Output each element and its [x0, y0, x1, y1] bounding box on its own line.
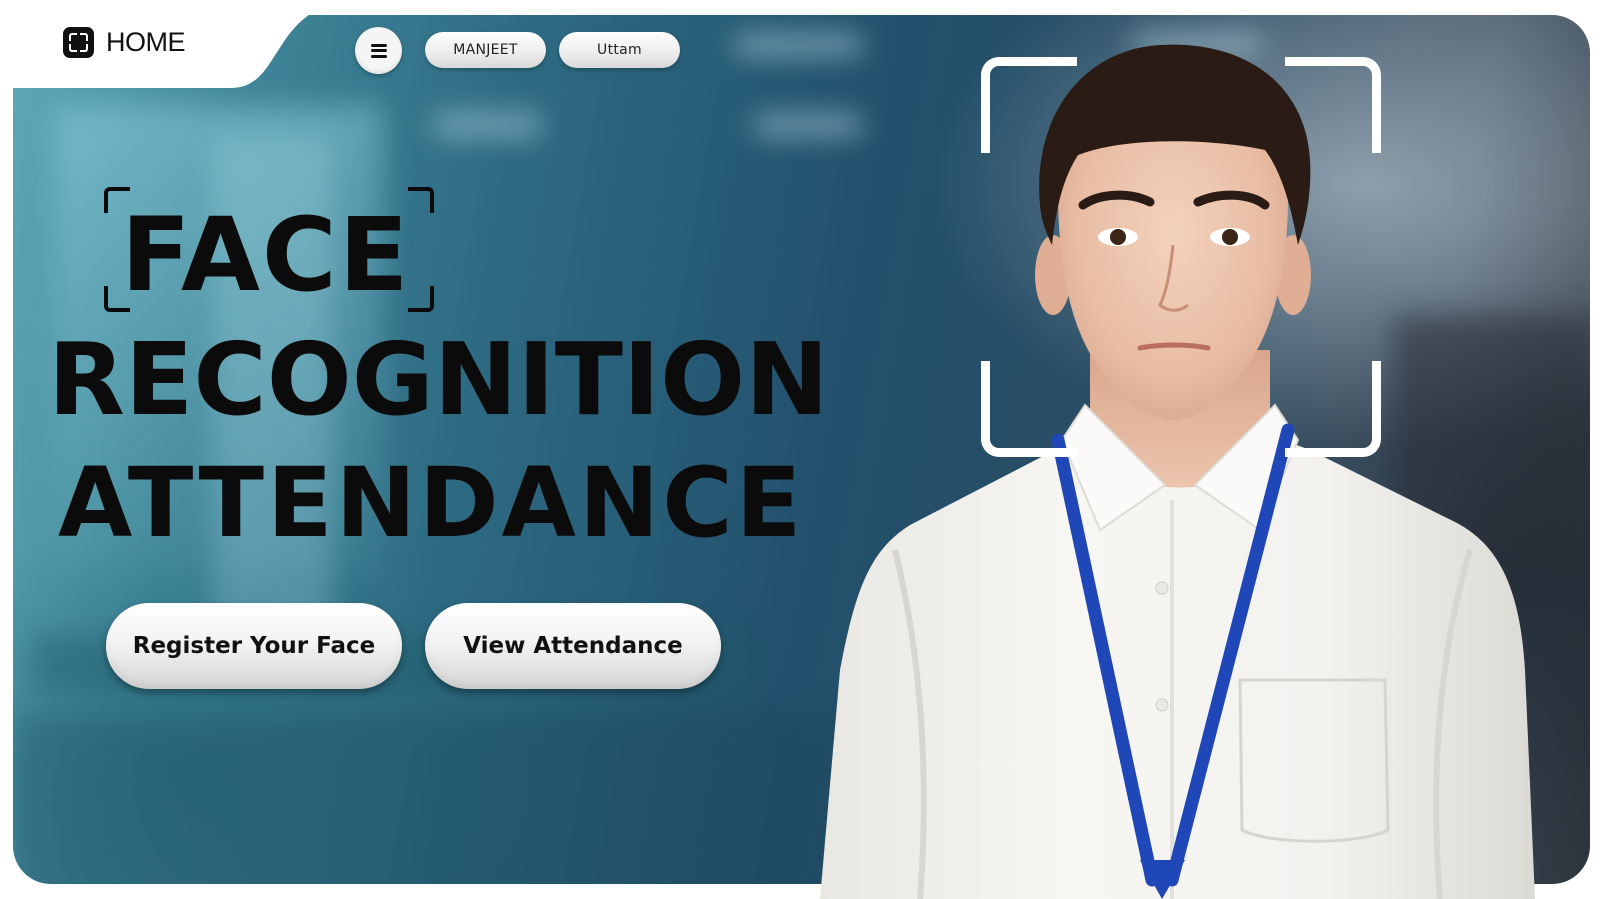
- scan-frame-icon: [63, 26, 94, 58]
- register-face-button[interactable]: Register Your Face: [106, 603, 402, 689]
- user-pill-uttam[interactable]: Uttam: [559, 32, 680, 68]
- menu-button[interactable]: [355, 27, 402, 74]
- user-pill-manjeet[interactable]: MANJEET: [425, 32, 546, 68]
- face-scan-frame: [981, 57, 1381, 457]
- background-ceiling-light: [433, 115, 543, 135]
- scan-corner-icon: [981, 361, 1077, 457]
- home-label: HOME: [106, 26, 186, 57]
- title-line-recognition: RECOGNITION: [48, 321, 829, 438]
- scan-corner-icon: [981, 57, 1077, 153]
- bracket-corner-icon: [408, 187, 434, 213]
- view-attendance-button[interactable]: View Attendance: [425, 603, 721, 689]
- bracket-corner-icon: [408, 286, 434, 312]
- home-link[interactable]: HOME: [63, 26, 186, 58]
- title-line-face: FACE: [121, 196, 411, 315]
- hamburger-menu-icon: [370, 43, 387, 58]
- scan-corner-icon: [1285, 57, 1381, 153]
- background-floor: [13, 715, 913, 884]
- title-line-attendance: ATTENDANCE: [58, 447, 805, 559]
- scan-corner-icon: [1285, 361, 1381, 457]
